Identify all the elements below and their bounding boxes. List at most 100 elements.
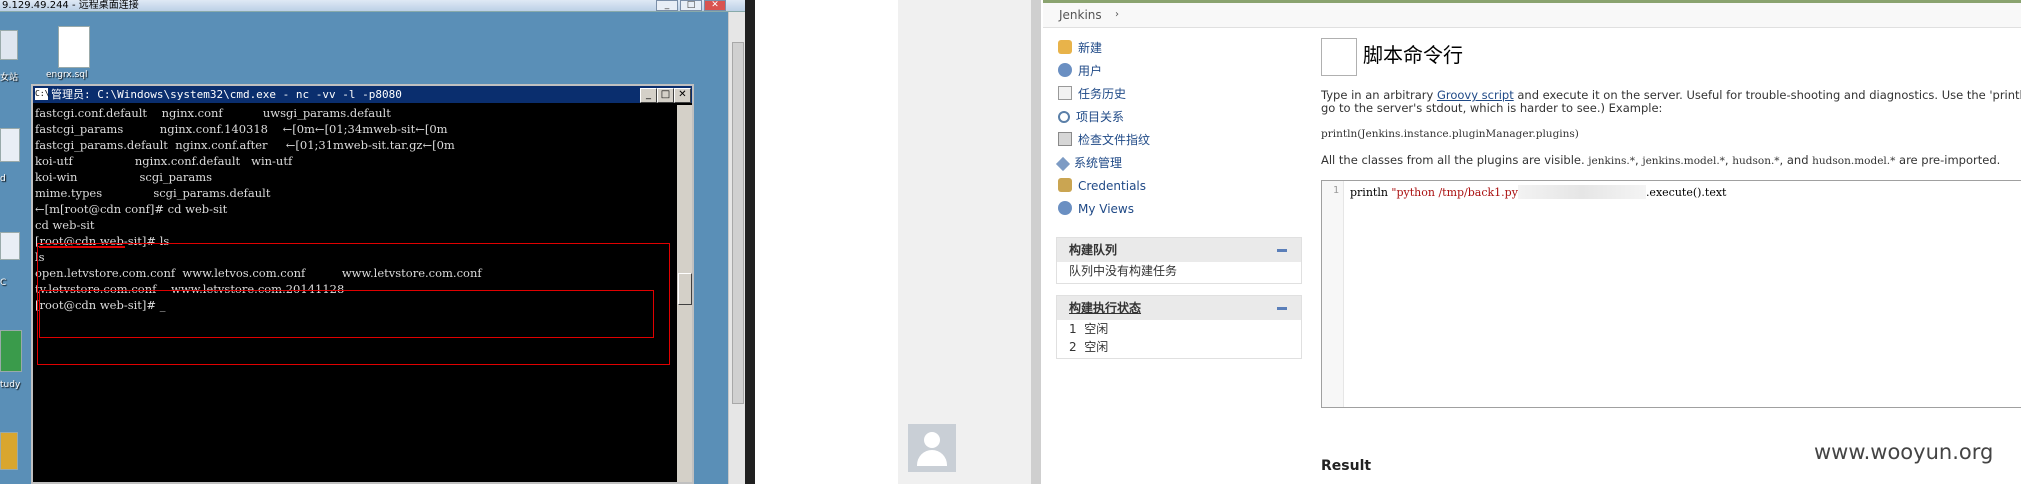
imports-text: All the classes from all the plugins are… <box>1321 154 2000 168</box>
sidebar-item-my-views[interactable]: My Views <box>1058 200 1134 218</box>
recycle-bin-icon[interactable] <box>0 30 18 60</box>
sidebar-item-manage[interactable]: 系统管理 <box>1055 154 1123 172</box>
app-icon[interactable] <box>0 432 18 470</box>
remote-desktop-window: 9.129.49.244 - 远程桌面连接 _ □ ✕ 女站 engrx.sql… <box>0 0 755 484</box>
editor-code-line: println "python /tmp/back1.py .execute().… <box>1350 185 1726 199</box>
window-edge <box>745 0 755 484</box>
package-name: jenkins.* <box>1588 155 1635 167</box>
fingerprint-icon <box>1058 132 1072 146</box>
sidebar-item-credentials[interactable]: Credentials <box>1058 177 1146 195</box>
console-line: ←[m[root@cdn conf]# cd web-sit <box>35 202 228 216</box>
scroll-thumb[interactable] <box>678 273 692 305</box>
file-icon[interactable] <box>58 26 90 68</box>
imports-text-part: are pre-imported. <box>1895 153 2001 167</box>
cmd-close-button[interactable]: ✕ <box>674 88 691 103</box>
breadcrumb-root[interactable]: Jenkins <box>1059 3 1102 27</box>
script-editor[interactable]: 1 println "python /tmp/back1.py .execute(… <box>1321 180 2021 408</box>
app-icon[interactable] <box>0 232 20 260</box>
executors-title[interactable]: 构建执行状态 <box>1069 301 1141 315</box>
main-content: 脚本命令行 Type in an arbitrary Groovy script… <box>1321 0 2021 484</box>
sidebar-item-new[interactable]: 新建 <box>1058 39 1102 57</box>
rdp-maximize-button[interactable]: □ <box>680 0 702 11</box>
gutter-scrollbar[interactable] <box>1031 0 1041 484</box>
executor-state: 空闲 <box>1084 340 1109 354</box>
rdp-title-bar: 9.129.49.244 - 远程桌面连接 <box>0 0 745 12</box>
build-queue-empty: 队列中没有构建任务 <box>1069 264 1178 278</box>
sidebar-item-label: 任务历史 <box>1078 87 1127 101</box>
intro-text-part: and execute it on the server. Useful for… <box>1513 88 2021 102</box>
cmd-console[interactable]: fastcgi.conf.default nginx.conf uwsgi_pa… <box>35 105 675 482</box>
wrench-icon <box>1055 156 1071 172</box>
cmd-icon: C:\ <box>35 88 50 100</box>
avatar-head <box>924 432 940 448</box>
rdp-close-button[interactable]: ✕ <box>704 0 726 11</box>
example-code: println(Jenkins.instance.pluginManager.p… <box>1321 128 1579 140</box>
console-line: fastcgi_params.default nginx.conf.after … <box>35 138 455 152</box>
build-queue-panel: 构建队列 队列中没有构建任务 <box>1056 237 1302 284</box>
sidebar-item-label: 新建 <box>1078 41 1103 55</box>
sidebar-item-history[interactable]: 任务历史 <box>1058 85 1126 103</box>
desktop-icon-label: tudy <box>0 380 21 390</box>
imports-text-part: , and <box>1779 153 1813 167</box>
rdp-title-text: 9.129.49.244 - 远程桌面连接 <box>2 0 139 11</box>
cmd-minimize-button[interactable]: _ <box>640 88 657 103</box>
editor-line-number: 1 <box>1322 181 1344 407</box>
avatar[interactable] <box>908 424 956 472</box>
browser-side-gutter <box>898 0 1041 484</box>
executor-row: 1 空闲 <box>1057 320 1301 338</box>
imports-text-part: All the classes from all the plugins are… <box>1321 153 1589 167</box>
cmd-scrollbar[interactable] <box>677 105 692 482</box>
page-title: 脚本命令行 <box>1363 43 1463 67</box>
executor-number: 1 <box>1069 322 1077 336</box>
result-heading: Result <box>1321 458 1372 474</box>
cmd-title-bar: C:\ 管理员: C:\Windows\system32\cmd.exe - n… <box>33 86 692 103</box>
underline-mark <box>39 246 125 248</box>
executor-number: 2 <box>1069 340 1077 354</box>
highlight-box-inner <box>39 290 654 338</box>
users-icon <box>1058 63 1072 77</box>
console-line: fastcgi_params nginx.conf.140318 ←[0m←[0… <box>35 122 448 136</box>
scroll-thumb[interactable] <box>732 42 744 404</box>
rdp-scrollbar[interactable] <box>728 12 746 484</box>
intro-text-part: Type in an arbitrary <box>1321 88 1437 102</box>
desktop-icon-label: d <box>0 174 6 184</box>
minimize-icon[interactable] <box>1277 307 1287 310</box>
console-line: koi-utf nginx.conf.default win-utf <box>35 154 293 168</box>
avatar-body <box>917 450 947 466</box>
groovy-script-link[interactable]: Groovy script <box>1437 88 1514 102</box>
package-name: jenkins.model.* <box>1642 155 1725 167</box>
app-icon[interactable] <box>0 330 22 372</box>
cmd-window: C:\ 管理员: C:\Windows\system32\cmd.exe - n… <box>31 84 694 484</box>
console-line: fastcgi.conf.default nginx.conf uwsgi_pa… <box>35 106 391 120</box>
executor-row: 2 空闲 <box>1057 338 1301 356</box>
rdp-minimize-button[interactable]: _ <box>656 0 678 11</box>
sidebar-item-fingerprint[interactable]: 检查文件指纹 <box>1058 131 1150 149</box>
sidebar-item-label: 系统管理 <box>1074 156 1123 170</box>
code-string: "python /tmp/back1.py <box>1391 186 1518 199</box>
minimize-icon[interactable] <box>1277 249 1287 252</box>
build-queue-header: 构建队列 <box>1057 238 1301 262</box>
sidebar-item-label: 检查文件指纹 <box>1078 133 1151 147</box>
console-line: cd web-sit <box>35 218 95 232</box>
executors-panel: 构建执行状态 1 空闲 2 空闲 <box>1056 295 1302 359</box>
chevron-right-icon: › <box>1115 9 1119 20</box>
users-icon <box>1058 201 1072 215</box>
sidebar-item-relations[interactable]: 项目关系 <box>1058 108 1124 126</box>
script-console-logo <box>1321 38 1357 76</box>
desktop-icon-label: C <box>0 278 7 288</box>
sidebar-item-users[interactable]: 用户 <box>1058 62 1102 80</box>
cmd-title-text: 管理员: C:\Windows\system32\cmd.exe - nc -v… <box>51 88 402 101</box>
app-icon[interactable] <box>0 128 20 162</box>
watermark: www.wooyun.org <box>1814 440 1994 464</box>
executor-state: 空闲 <box>1084 322 1109 336</box>
desktop-icon-label: 女站 <box>0 73 19 83</box>
new-item-icon <box>1058 40 1072 54</box>
package-name: hudson.* <box>1732 155 1780 167</box>
console-line: mime.types scgi_params.default <box>35 186 271 200</box>
console-line: koi-win scgi_params <box>35 170 213 184</box>
build-queue-title: 构建队列 <box>1069 243 1118 257</box>
intro-text-line2: go to the server's stdout, which is hard… <box>1321 101 1663 115</box>
sidebar-item-label: 用户 <box>1078 64 1103 78</box>
cmd-maximize-button[interactable]: □ <box>657 88 674 103</box>
credentials-icon <box>1058 178 1072 192</box>
